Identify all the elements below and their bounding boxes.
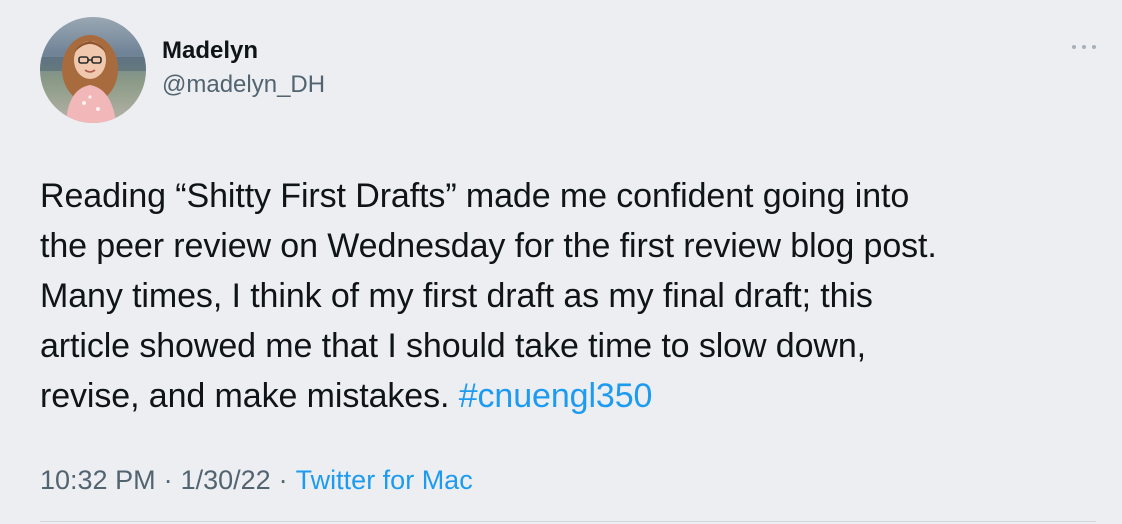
tweet-text-line: Reading “Shitty First Drafts” made me co…: [40, 177, 910, 215]
tweet-metadata: 10:32 PM · 1/30/22 · Twitter for Mac: [40, 462, 473, 498]
tweet-card: Madelyn @madelyn_DH Reading “Shitty Firs…: [0, 0, 1122, 524]
more-options-icon[interactable]: [1072, 40, 1096, 54]
author-info: Madelyn @madelyn_DH: [162, 34, 325, 102]
user-handle[interactable]: @madelyn_DH: [162, 68, 325, 102]
divider: [40, 521, 1096, 522]
tweet-date[interactable]: 1/30/22: [181, 465, 271, 495]
tweet-text: Reading “Shitty First Drafts” made me co…: [40, 171, 1100, 421]
tweet-text-line: the peer review on Wednesday for the fir…: [40, 227, 937, 265]
more-dot: [1092, 45, 1096, 49]
more-dot: [1072, 45, 1076, 49]
more-dot: [1082, 45, 1086, 49]
tweet-text-line-last: revise, and make mistakes. #cnuengl350: [40, 371, 1100, 421]
tweet-text-line: article showed me that I should take tim…: [40, 327, 867, 365]
tweet-text-fragment: revise, and make mistakes.: [40, 377, 450, 415]
hashtag-link[interactable]: #cnuengl350: [459, 377, 653, 415]
meta-separator: ·: [163, 465, 173, 495]
meta-separator: ·: [278, 465, 288, 495]
avatar[interactable]: [40, 17, 146, 123]
tweet-time[interactable]: 10:32 PM: [40, 465, 156, 495]
tweet-source-link[interactable]: Twitter for Mac: [296, 465, 473, 495]
tweet-text-line: Many times, I think of my first draft as…: [40, 277, 873, 315]
display-name[interactable]: Madelyn: [162, 34, 325, 68]
